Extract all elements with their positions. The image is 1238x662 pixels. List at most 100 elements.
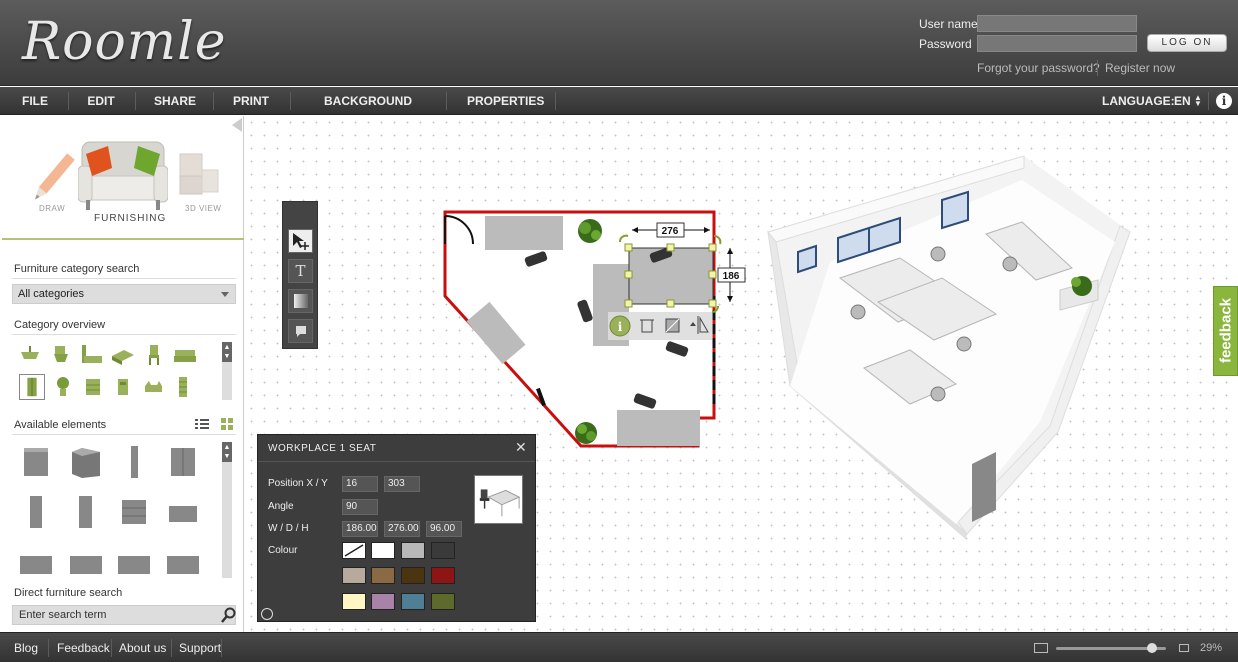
element-thumb-drawers[interactable] [114, 494, 154, 530]
footer-link-blog[interactable]: Blog [14, 633, 38, 662]
element-thumb-cabinet[interactable] [114, 444, 154, 480]
colour-swatch[interactable] [342, 593, 366, 610]
divider [12, 434, 236, 435]
register-link[interactable]: Register now [1105, 61, 1175, 75]
footer-link-feedback[interactable]: Feedback [57, 633, 110, 662]
3d-view-icon[interactable] [178, 146, 222, 198]
elements-scrollbar[interactable] [222, 442, 232, 578]
gradient-tool[interactable] [288, 289, 313, 313]
chair-category-icon[interactable] [141, 342, 167, 368]
colour-swatch[interactable] [371, 567, 395, 584]
depth-field[interactable]: 276.00 [384, 521, 420, 537]
menu-print[interactable]: PRINT [233, 87, 269, 115]
element-thumb-sideboard[interactable] [66, 544, 106, 580]
pet-category-icon[interactable] [140, 374, 166, 400]
furnishing-mode-icon[interactable] [78, 132, 168, 216]
element-thumb-sideboard[interactable] [163, 544, 203, 580]
draw-mode-label: DRAW [39, 204, 66, 213]
colour-swatch[interactable] [431, 593, 455, 610]
category-select-value: All categories [18, 288, 85, 300]
zoom-slider-knob[interactable] [1147, 643, 1157, 653]
fit-screen-icon[interactable] [1034, 643, 1048, 653]
zoom-reset-icon[interactable] [1179, 644, 1189, 652]
menu-file[interactable]: FILE [22, 87, 48, 115]
help-circle-icon[interactable] [261, 608, 273, 620]
colour-swatch[interactable] [371, 593, 395, 610]
menu-edit[interactable]: EDIT [86, 87, 116, 115]
depth-dimension-value: 186 [723, 271, 740, 282]
item-preview-image [474, 475, 523, 524]
width-field[interactable]: 186.00 [342, 521, 378, 537]
close-icon[interactable]: ✕ [515, 439, 527, 456]
colour-swatch[interactable] [401, 567, 425, 584]
position-x-field[interactable]: 16 [342, 476, 378, 492]
text-tool[interactable]: T [288, 259, 313, 283]
footer-link-support[interactable]: Support [179, 633, 221, 662]
colour-swatch[interactable] [431, 567, 455, 584]
colour-swatch[interactable] [401, 542, 425, 559]
language-select[interactable]: EN [1174, 87, 1191, 115]
category-select[interactable]: All categories [12, 284, 236, 304]
element-thumb-cabinet[interactable] [163, 444, 203, 480]
roomle-logo[interactable]: Roomle [22, 12, 226, 72]
search-placeholder: Enter search term [19, 609, 107, 621]
info-icon[interactable]: i [1216, 93, 1232, 109]
element-thumb-cabinet[interactable] [66, 494, 106, 530]
footer-divider [171, 639, 172, 657]
position-y-field[interactable]: 303 [384, 476, 420, 492]
colour-swatch[interactable] [342, 567, 366, 584]
shelf-category-icon[interactable] [170, 374, 196, 400]
footer-link-about[interactable]: About us [119, 633, 166, 662]
select-move-tool[interactable] [288, 229, 313, 253]
forgot-password-link[interactable]: Forgot your password? [977, 61, 1100, 75]
cabinet-category-icon[interactable] [19, 374, 45, 400]
draw-mode-icon[interactable] [28, 146, 78, 210]
colour-swatch[interactable] [371, 542, 395, 559]
plant-category-icon[interactable] [50, 374, 76, 400]
direct-search-label: Direct furniture search [14, 587, 123, 599]
3d-preview[interactable] [760, 150, 1170, 540]
grid-view-icon[interactable] [221, 418, 233, 430]
colour-swatch[interactable] [431, 542, 455, 559]
feedback-tab[interactable]: feedback [1213, 286, 1238, 376]
list-view-icon[interactable] [195, 418, 209, 430]
angle-field[interactable]: 90 [342, 499, 378, 515]
left-sidebar: DRAW FURNISHING 3D VIEW Furniture catego… [2, 116, 244, 632]
element-thumb-sideboard[interactable] [114, 544, 154, 580]
username-field[interactable] [977, 15, 1137, 32]
element-thumb-sideboard[interactable] [16, 544, 56, 580]
menu-background-image[interactable]: BACKGROUND IMAGE [310, 87, 426, 136]
appliance-category-icon[interactable] [110, 374, 136, 400]
password-field[interactable] [977, 35, 1137, 52]
element-thumb-cabinet[interactable] [16, 444, 56, 480]
feedback-tab-label: feedback [1217, 297, 1235, 364]
element-thumb-cabinet[interactable] [66, 444, 106, 480]
height-field[interactable]: 96.00 [426, 521, 462, 537]
element-thumb-cabinet[interactable] [163, 494, 203, 530]
element-thumb-cabinet[interactable] [16, 494, 56, 530]
login-button[interactable]: LOG ON [1147, 34, 1227, 52]
position-label: Position X / Y [268, 478, 328, 489]
comment-tool[interactable] [288, 319, 313, 343]
language-arrows-icon[interactable]: ▲ ▼ [1194, 94, 1202, 108]
desk [485, 216, 563, 250]
properties-title: WORKPLACE 1 SEAT [268, 443, 377, 454]
menu-share[interactable]: SHARE [154, 87, 196, 115]
menu-properties[interactable]: PROPERTIES [467, 87, 544, 115]
sink-category-icon[interactable] [17, 342, 43, 368]
scroll-down-icon[interactable]: ▼ [222, 352, 232, 362]
search-icon[interactable] [221, 606, 236, 624]
colour-swatch[interactable] [401, 593, 425, 610]
zoom-level: 29% [1200, 642, 1223, 654]
floor-plan[interactable]: 276 186 i [440, 206, 750, 454]
dresser-category-icon[interactable] [80, 374, 106, 400]
furniture-search-input[interactable]: Enter search term [12, 605, 236, 625]
sofa-category-icon[interactable] [172, 342, 198, 368]
scroll-down-icon[interactable]: ▼ [222, 452, 232, 462]
bathtub-category-icon[interactable] [79, 342, 105, 368]
bed-category-icon[interactable] [110, 342, 136, 368]
svg-text:i: i [618, 320, 623, 334]
toilet-category-icon[interactable] [48, 342, 74, 368]
collapse-panel-icon[interactable] [230, 118, 242, 132]
colour-swatch[interactable] [342, 542, 366, 559]
